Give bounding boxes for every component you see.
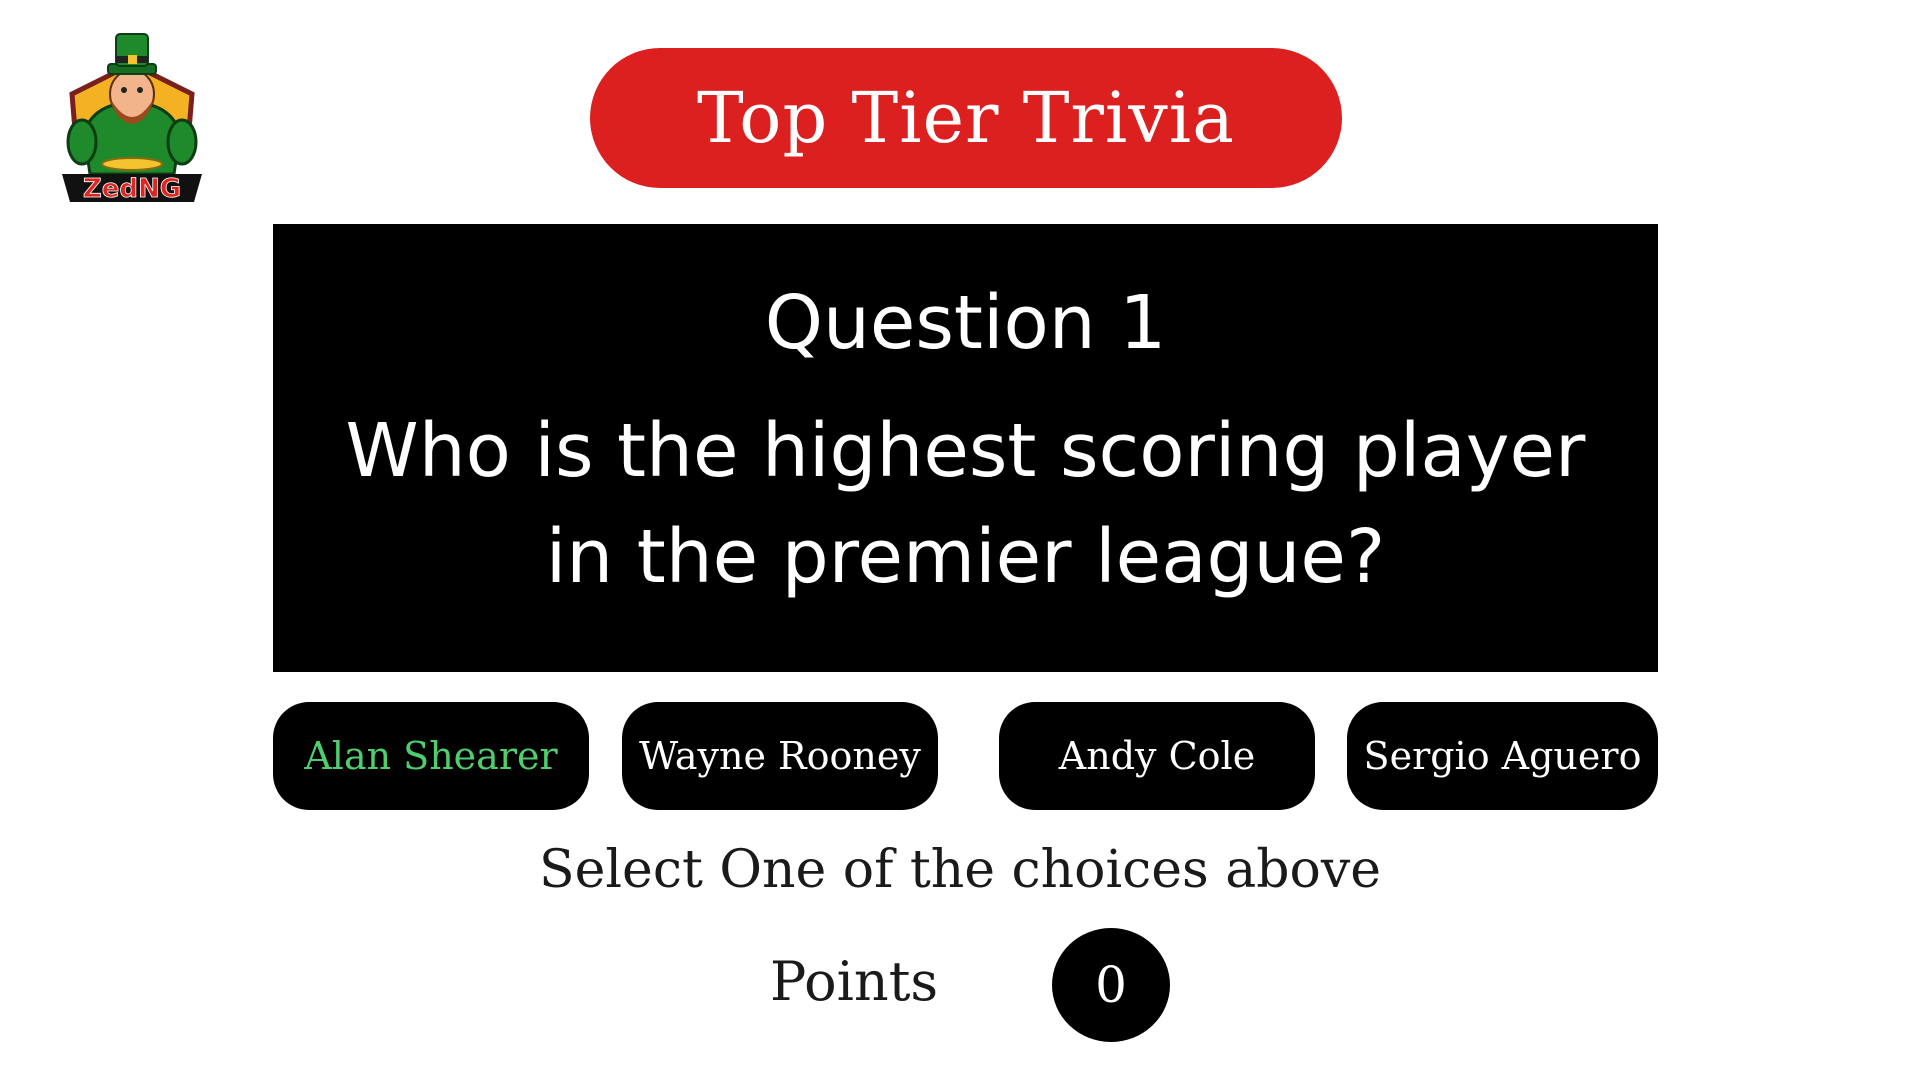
answer-choices: Alan Shearer Wayne Rooney Andy Cole Serg… xyxy=(0,702,1920,810)
zedng-logo: ZedNG xyxy=(52,24,212,214)
points-label: Points xyxy=(770,950,939,1013)
answer-button-wayne-rooney[interactable]: Wayne Rooney xyxy=(622,702,938,810)
svg-text:ZedNG: ZedNG xyxy=(83,174,181,204)
instruction-text: Select One of the choices above xyxy=(539,840,1381,900)
leprechaun-mascot-icon: ZedNG xyxy=(62,33,202,204)
answer-label: Alan Shearer xyxy=(304,734,558,778)
question-text: Who is the highest scoring player in the… xyxy=(345,408,1586,600)
answer-button-alan-shearer[interactable]: Alan Shearer xyxy=(273,702,589,810)
answer-label: Sergio Aguero xyxy=(1363,734,1642,778)
points-counter: 0 xyxy=(1052,928,1170,1042)
answer-label: Andy Cole xyxy=(1058,734,1256,778)
question-number: Question 1 xyxy=(764,280,1167,366)
page-title: Top Tier Trivia xyxy=(590,48,1342,188)
question-panel: Question 1 Who is the highest scoring pl… xyxy=(273,224,1658,672)
page-title-text: Top Tier Trivia xyxy=(697,77,1235,159)
answer-button-sergio-aguero[interactable]: Sergio Aguero xyxy=(1347,702,1658,810)
answer-label: Wayne Rooney xyxy=(639,734,921,778)
points-value: 0 xyxy=(1095,956,1127,1014)
answer-button-andy-cole[interactable]: Andy Cole xyxy=(999,702,1315,810)
